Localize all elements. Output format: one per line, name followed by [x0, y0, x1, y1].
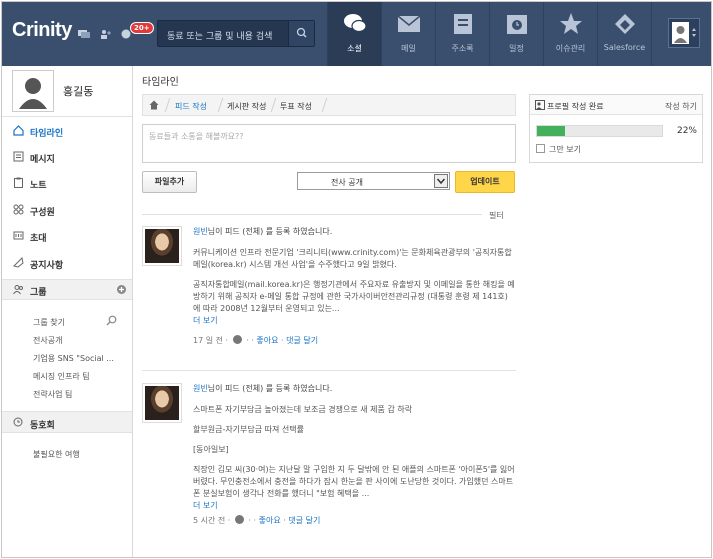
group-icon: [13, 285, 23, 295]
author-name[interactable]: 원빈: [193, 384, 208, 393]
profile-avatar[interactable]: [12, 70, 54, 112]
search-icon: [296, 27, 307, 38]
hide-checkbox[interactable]: [536, 144, 545, 153]
sidebar-club-header[interactable]: 동호회: [2, 411, 132, 433]
add-file-button[interactable]: 파일추가: [142, 171, 197, 193]
filter-link[interactable]: 필터: [489, 210, 504, 221]
divider: [142, 370, 516, 371]
star-icon: [559, 13, 582, 34]
visibility-value: 전사 공개: [331, 178, 363, 187]
like-link[interactable]: 좋아요: [259, 516, 281, 525]
profile-name[interactable]: 홍길동: [63, 83, 93, 99]
search-placeholder: 동료 또는 그룹 및 내용 검색: [167, 32, 273, 42]
invite-icon: [13, 231, 24, 240]
group-find[interactable]: 그룹 찾기: [33, 317, 65, 328]
progress-fill: [537, 126, 565, 136]
notification-badge[interactable]: 20+: [130, 22, 154, 34]
like-link[interactable]: 좋아요: [256, 336, 278, 345]
tab-board[interactable]: 게시판 작성: [227, 101, 266, 112]
search-button[interactable]: [288, 21, 314, 46]
search-input[interactable]: 동료 또는 그룹 및 내용 검색: [157, 20, 315, 47]
page-title: 타임라인: [142, 77, 179, 88]
nav-issue[interactable]: 이슈관리: [544, 2, 597, 66]
person-icon: [19, 78, 47, 109]
top-bar: Crinity 20+ 동료 또는 그룹 및 내용 검색 소셜 메일 주소록 일…: [2, 2, 711, 66]
tab-poll[interactable]: 투표 작성: [280, 101, 312, 112]
people-icon[interactable]: [100, 29, 112, 39]
home-icon[interactable]: [149, 100, 159, 110]
group-item[interactable]: 전략사업 팀: [33, 389, 72, 400]
sidebar-group-header[interactable]: 그룹: [2, 279, 132, 300]
hide-checkbox-label[interactable]: 그만 보기: [549, 144, 581, 155]
comment-link[interactable]: 댓글 달기: [286, 336, 318, 345]
compose-input[interactable]: 동료들과 소통을 해볼까요??: [142, 124, 516, 163]
nav-social[interactable]: 소셜: [328, 2, 381, 66]
more-link[interactable]: 더 보기: [193, 315, 515, 327]
post-text: 스마트폰 자기부담금 높아졌는데 보조금 경쟁으로 새 제품 갑 하락: [193, 405, 413, 414]
group-label: 그룹: [30, 288, 47, 298]
message-icon: [13, 151, 24, 162]
salesforce-icon: [614, 14, 635, 34]
club-label: 동호회: [30, 421, 55, 431]
nav-mail[interactable]: 메일: [382, 2, 435, 66]
chat-bubbles-icon: [343, 14, 367, 33]
post-meta: 17 일 전 · · · 좋아요 · 댓글 달기: [193, 335, 319, 345]
profile-edit-icon: [535, 100, 545, 110]
user-avatar-menu[interactable]: [668, 18, 700, 48]
more-link[interactable]: 더 보기: [193, 500, 515, 512]
group-item[interactable]: 전사공개: [33, 335, 62, 346]
author-avatar[interactable]: [142, 383, 182, 423]
club-icon: [13, 417, 23, 427]
calendar-icon: [506, 15, 527, 34]
post-text: 공직자통합메일(mail.korea.kr)은 행정기관에서 주요자료 유출방지…: [193, 280, 515, 313]
address-book-icon: [453, 14, 472, 34]
club-item[interactable]: 불필요한 여행: [33, 449, 80, 460]
nav-salesforce[interactable]: Salesforce: [598, 2, 651, 66]
app-window: Crinity 20+ 동료 또는 그룹 및 내용 검색 소셜 메일 주소록 일…: [1, 1, 712, 558]
progress-percent: 22%: [676, 126, 697, 136]
compose-placeholder: 동료들과 소통을 해볼까요??: [149, 132, 244, 141]
compose-tabs: 피드 작성 게시판 작성 투표 작성: [142, 94, 516, 116]
globe-icon: [232, 335, 242, 344]
comment-link[interactable]: 댓글 달기: [288, 516, 320, 525]
members-icon: [13, 204, 24, 215]
author-avatar[interactable]: [142, 226, 182, 266]
post-time: 17 일 전: [193, 336, 223, 345]
post-time: 5 시간 전: [193, 516, 226, 525]
note-icon: [14, 177, 23, 188]
post-text: 직장인 김모 씨(30·여)는 지난달 말 구입한 지 두 달밖에 안 된 애플…: [193, 465, 515, 498]
tab-feed[interactable]: 피드 작성: [175, 101, 207, 112]
post-text: 할부원금-자기부담금 따져 선택률: [193, 425, 305, 434]
notice-icon: [13, 257, 24, 268]
mail-icon: [397, 15, 420, 32]
divider: [142, 214, 482, 215]
nav-calendar[interactable]: 일정: [490, 2, 543, 66]
add-group-icon[interactable]: [117, 285, 126, 294]
post-text: [동아일보]: [193, 445, 229, 454]
author-name[interactable]: 원빈: [193, 227, 208, 236]
update-button[interactable]: 업데이트: [455, 171, 515, 193]
post-text: 커뮤니케이션 인프라 전문기업 '크리니티(www.crinity.com)'는…: [193, 248, 512, 269]
avatar-icon: [672, 22, 696, 44]
sidebar: 홍길동 타임라인 메시지 노트 구성원 초대 공지사항 그룹 그룹 찾기 전사공…: [2, 66, 133, 557]
post-meta: 5 시간 전 · · · 좋아요 · 댓글 달기: [193, 515, 321, 525]
group-search-icon[interactable]: [106, 315, 117, 326]
write-profile-link[interactable]: 작성 하기: [665, 101, 697, 112]
profile-completion-panel: 프로필 작성 완료 작성 하기 22% 그만 보기: [529, 94, 703, 163]
visibility-select[interactable]: 전사 공개: [297, 172, 450, 190]
group-item[interactable]: 메시징 인프라 팀: [33, 371, 90, 382]
home-icon: [13, 125, 24, 136]
progress-bar: [536, 125, 663, 137]
chat-icon[interactable]: [78, 29, 90, 39]
logo[interactable]: Crinity: [12, 19, 72, 42]
globe-icon: [234, 515, 244, 524]
group-item[interactable]: 기업용 SNS "Social ...: [33, 353, 114, 364]
nav-address-book[interactable]: 주소록: [436, 2, 489, 66]
panel-title: 프로필 작성 완료: [547, 102, 604, 111]
chevron-down-icon: [434, 174, 448, 188]
